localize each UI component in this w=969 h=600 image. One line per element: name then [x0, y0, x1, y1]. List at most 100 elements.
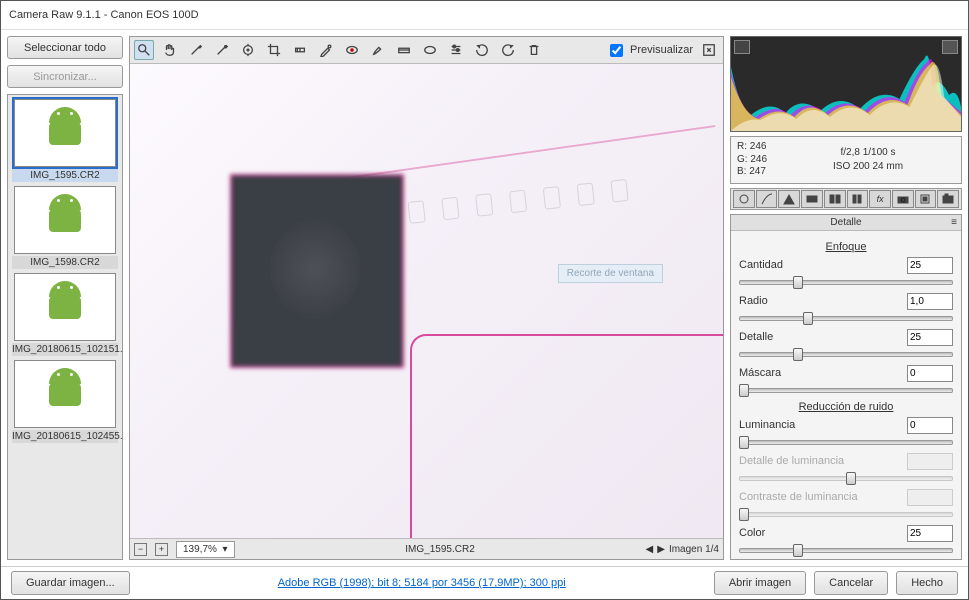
select-all-button[interactable]: Seleccionar todo [7, 36, 123, 59]
readout-g: G: 246 [737, 154, 767, 167]
graduated-filter-icon[interactable] [394, 40, 414, 60]
section-header: Enfoque [739, 241, 953, 253]
rotate-ccw-icon[interactable] [472, 40, 492, 60]
prev-image-button[interactable]: ◀ [646, 544, 654, 555]
thumbnail[interactable]: IMG_20180615_102151.dng [12, 273, 118, 356]
thumbnail[interactable]: IMG_1598.CR2 [12, 186, 118, 269]
preview-checkbox-input[interactable] [610, 44, 623, 57]
preview-area: Previsualizar Recorte de ventana − + 139… [129, 36, 724, 560]
dialog-footer: Guardar imagen... Adobe RGB (1998); bit … [1, 566, 968, 599]
thumbnail-strip: IMG_1595.CR2 IMG_1598.CR2 IMG_20180615_102… [7, 94, 123, 560]
tab-camera[interactable] [892, 190, 914, 208]
param-input-lumDetail [907, 453, 953, 470]
main-toolbar: Previsualizar [130, 37, 723, 64]
tab-presets[interactable] [915, 190, 937, 208]
thumbnail-caption: IMG_1595.CR2 [12, 169, 118, 182]
adjustment-brush-icon[interactable] [368, 40, 388, 60]
param-label-lumDetail: Detalle de luminancia [739, 455, 903, 467]
workflow-options-link[interactable]: Adobe RGB (1998); bit 8; 5184 por 3456 (… [138, 577, 706, 589]
param-input-color[interactable] [907, 525, 953, 542]
info-readout: R: 246 G: 246 B: 247 f/2,8 1/100 s ISO 2… [730, 136, 962, 184]
thumbnail[interactable]: IMG_20180615_102455.dng [12, 360, 118, 443]
zoom-out-button[interactable]: − [134, 543, 147, 556]
highlight-clip-icon[interactable] [942, 40, 958, 54]
preview-checkbox[interactable]: Previsualizar [606, 41, 693, 60]
param-label-radius: Radio [739, 295, 903, 307]
thumbnail-caption: IMG_1598.CR2 [12, 256, 118, 269]
param-slider-color[interactable] [739, 543, 953, 555]
open-image-button[interactable]: Abrir imagen [714, 571, 806, 595]
trash-icon[interactable] [524, 40, 544, 60]
redeye-tool-icon[interactable] [342, 40, 362, 60]
tab-hsl[interactable] [801, 190, 823, 208]
param-input-mask[interactable] [907, 365, 953, 382]
crop-tool-icon[interactable] [264, 40, 284, 60]
canvas-status-bar: − + 139,7% ▾ IMG_1595.CR2 ◀ ▶ Imagen 1/4 [130, 538, 723, 559]
readout-exposure: f/2,8 1/100 s [781, 146, 955, 160]
thumbnail-caption: IMG_20180615_102151.dng [12, 343, 118, 356]
param-slider-lumContrast [739, 507, 953, 519]
readout-iso-focal: ISO 200 24 mm [781, 160, 955, 174]
param-input-detail[interactable] [907, 329, 953, 346]
color-sampler-tool-icon[interactable] [212, 40, 232, 60]
param-input-luminance[interactable] [907, 417, 953, 434]
shadow-clip-icon[interactable] [734, 40, 750, 54]
param-input-lumContrast [907, 489, 953, 506]
tab-fx[interactable]: fx [869, 190, 891, 208]
param-slider-luminance[interactable] [739, 435, 953, 447]
param-slider-radius[interactable] [739, 311, 953, 323]
tab-split[interactable] [824, 190, 846, 208]
param-label-amount: Cantidad [739, 259, 903, 271]
thumbnail[interactable]: IMG_1595.CR2 [12, 99, 118, 182]
readout-r: R: 246 [737, 141, 767, 154]
next-image-button[interactable]: ▶ [657, 544, 665, 555]
param-label-mask: Máscara [739, 367, 903, 379]
zoom-level-dropdown[interactable]: 139,7% ▾ [176, 541, 235, 558]
panel-menu-icon[interactable]: ≡ [951, 217, 957, 228]
spot-removal-tool-icon[interactable] [316, 40, 336, 60]
zoom-tool-icon[interactable] [134, 40, 154, 60]
param-label-luminance: Luminancia [739, 419, 903, 431]
tab-curve[interactable] [756, 190, 778, 208]
rotate-cw-icon[interactable] [498, 40, 518, 60]
radial-filter-icon[interactable] [420, 40, 440, 60]
readout-b: B: 247 [737, 166, 767, 179]
fullscreen-icon[interactable] [699, 40, 719, 60]
camera-raw-window: Camera Raw 9.1.1 - Canon EOS 100D Selecc… [0, 0, 969, 600]
targeted-adjustment-icon[interactable] [238, 40, 258, 60]
tab-lens[interactable] [847, 190, 869, 208]
straighten-tool-icon[interactable] [290, 40, 310, 60]
sync-button[interactable]: Sincronizar... [7, 65, 123, 88]
param-label-color: Color [739, 527, 903, 539]
thumbnail-caption: IMG_20180615_102455.dng [12, 430, 118, 443]
window-title: Camera Raw 9.1.1 - Canon EOS 100D [1, 1, 968, 30]
cancel-button[interactable]: Cancelar [814, 571, 888, 595]
save-image-button[interactable]: Guardar imagen... [11, 571, 130, 595]
param-input-radius[interactable] [907, 293, 953, 310]
detail-panel: Detalle ≡ Enfoque Cantidad Radio Detalle Más… [730, 214, 962, 561]
panel-title-label: Detalle [830, 217, 861, 228]
param-label-detail: Detalle [739, 331, 903, 343]
preferences-icon[interactable] [446, 40, 466, 60]
white-balance-tool-icon[interactable] [186, 40, 206, 60]
zoom-in-button[interactable]: + [155, 543, 168, 556]
filmstrip-column: Seleccionar todo Sincronizar... IMG_1595… [7, 36, 123, 560]
hand-tool-icon[interactable] [160, 40, 180, 60]
param-label-lumContrast: Contraste de luminancia [739, 491, 903, 503]
section-header: Reducción de ruido [739, 401, 953, 413]
param-slider-detail[interactable] [739, 347, 953, 359]
image-counter: Imagen 1/4 [669, 544, 719, 555]
crop-tooltip: Recorte de ventana [558, 264, 663, 283]
image-canvas[interactable]: Recorte de ventana [130, 64, 723, 538]
tab-snapshots[interactable] [937, 190, 959, 208]
param-input-amount[interactable] [907, 257, 953, 274]
tab-detail[interactable] [778, 190, 800, 208]
param-slider-lumDetail [739, 471, 953, 483]
adjustment-tabs: fx [730, 188, 962, 210]
done-button[interactable]: Hecho [896, 571, 958, 595]
adjustments-column: R: 246 G: 246 B: 247 f/2,8 1/100 s ISO 2… [730, 36, 962, 560]
param-slider-mask[interactable] [739, 383, 953, 395]
histogram[interactable] [730, 36, 962, 132]
tab-basic[interactable] [733, 190, 755, 208]
param-slider-amount[interactable] [739, 275, 953, 287]
